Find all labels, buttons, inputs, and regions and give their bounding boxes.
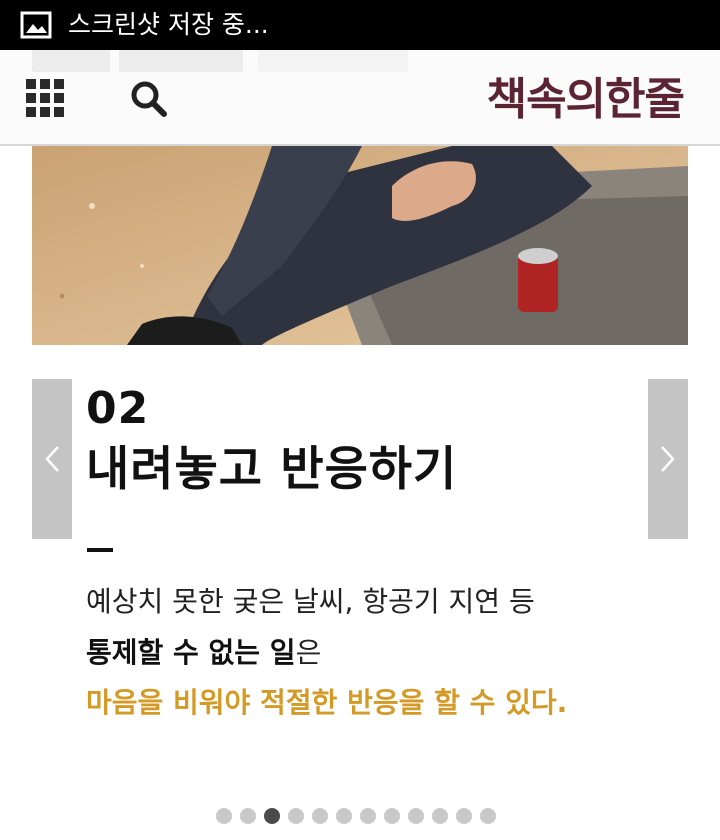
slide-body-line-2: 통제할 수 없는 일은 [86, 634, 321, 672]
menu-grid-button[interactable] [24, 77, 66, 119]
pagination-dot[interactable] [384, 808, 400, 824]
photo-person-sitting-on-sand [32, 146, 688, 345]
carousel-prev-button[interactable] [32, 379, 72, 539]
status-bar: 스크린샷 저장 중... [0, 0, 720, 50]
pagination-dot[interactable] [336, 808, 352, 824]
title-divider [87, 548, 113, 552]
chevron-right-icon [661, 446, 675, 472]
pagination-dot[interactable] [240, 808, 256, 824]
carousel-next-button[interactable] [648, 379, 688, 539]
header-tab-1[interactable] [32, 50, 110, 72]
status-text: 스크린샷 저장 중... [68, 10, 269, 39]
pagination-dot[interactable] [288, 808, 304, 824]
grid-icon [26, 79, 64, 117]
slide-body-highlight: 마음을 비워야 적절한 반응을 할 수 있다. [86, 686, 568, 719]
pagination-dot[interactable] [408, 808, 424, 824]
pagination-dot[interactable] [456, 808, 472, 824]
search-button[interactable] [128, 78, 170, 120]
pagination-dot[interactable] [312, 808, 328, 824]
slide-body-line-2-rest: 은 [295, 636, 322, 669]
slide-body-line-1: 예상치 못한 궂은 날씨, 항공기 지연 등 [86, 585, 535, 618]
app-logo[interactable]: 책속의한줄 [487, 74, 685, 126]
slide-number: 02 [86, 383, 150, 434]
carousel-pagination [216, 808, 496, 826]
search-icon [131, 81, 167, 117]
pagination-dot[interactable] [360, 808, 376, 824]
pagination-dot[interactable] [480, 808, 496, 824]
app-header: 책속의한줄 [0, 50, 720, 146]
header-tab-2[interactable] [119, 50, 243, 72]
slide-body-emphasis: 통제할 수 없는 일 [86, 636, 296, 669]
header-tab-3[interactable] [258, 50, 408, 72]
slide-title: 내려놓고 반응하기 [86, 442, 458, 497]
chevron-left-icon [45, 446, 59, 472]
hero-image [32, 146, 688, 345]
pagination-dot[interactable] [264, 808, 280, 824]
image-icon [20, 11, 52, 39]
pagination-dot[interactable] [432, 808, 448, 824]
pagination-dot[interactable] [216, 808, 232, 824]
